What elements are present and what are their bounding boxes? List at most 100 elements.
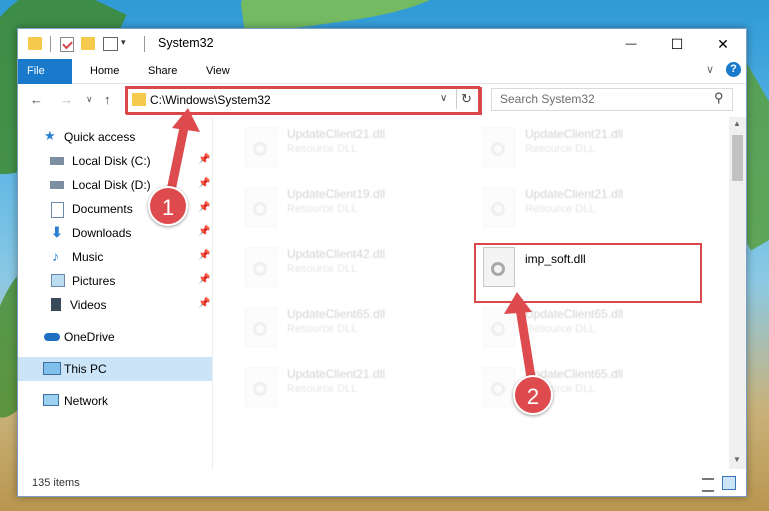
ribbon-tabs: File Home Share View ∨ ? xyxy=(18,59,746,111)
minimize-button[interactable]: — xyxy=(608,29,654,59)
file-type: Resource DLL xyxy=(525,323,596,335)
file-item[interactable]: UpdateClient21.dll Resource DLL xyxy=(237,361,457,413)
close-button[interactable]: ✕ xyxy=(700,29,746,59)
dll-file-icon xyxy=(245,307,277,347)
file-item[interactable]: UpdateClient21.dll Resource DLL xyxy=(475,181,695,233)
sidebar-item-videos[interactable]: Videos 📌 xyxy=(18,293,212,317)
status-bar: 135 items xyxy=(18,471,746,496)
help-icon[interactable]: ? xyxy=(726,62,741,77)
pin-icon[interactable]: 📌 xyxy=(198,298,210,309)
search-icon[interactable]: ⚲ xyxy=(714,90,724,106)
file-item[interactable]: UpdateClient65.dll Resource DLL xyxy=(475,361,695,413)
tab-home[interactable]: Home xyxy=(80,59,129,83)
large-icons-view-icon[interactable] xyxy=(722,476,736,490)
sidebar-item-label: Local Disk (D:) xyxy=(72,178,151,192)
item-count: 135 items xyxy=(32,477,80,489)
pin-icon[interactable]: 📌 xyxy=(198,226,210,237)
title-bar: ▾ System32 — ☐ ✕ xyxy=(18,29,746,59)
videos-icon xyxy=(51,298,61,311)
pin-icon[interactable]: 📌 xyxy=(198,154,210,165)
dll-file-icon xyxy=(245,127,277,167)
sidebar-item-label: Music xyxy=(72,250,104,264)
up-button[interactable]: ↑ xyxy=(104,92,111,107)
sidebar-item-quick-access[interactable]: ★ Quick access xyxy=(18,125,212,149)
star-icon: ★ xyxy=(44,128,56,143)
sidebar-item-label: Network xyxy=(64,394,109,408)
folder-icon xyxy=(28,37,42,50)
recent-locations-icon[interactable]: ∨ xyxy=(86,94,93,105)
file-explorer-window: ▾ System32 — ☐ ✕ File Home Share View ∨ … xyxy=(17,28,747,497)
file-type: Resource DLL xyxy=(287,203,358,215)
drive-icon xyxy=(50,157,64,165)
address-bar-highlight xyxy=(125,86,480,114)
file-type: Resource DLL xyxy=(287,383,358,395)
file-type: Resource DLL xyxy=(525,143,596,155)
file-item[interactable]: UpdateClient19.dll Resource DLL xyxy=(237,181,457,233)
sidebar-item-label: Quick access xyxy=(64,130,136,144)
sidebar-item-label: Videos xyxy=(70,298,107,312)
file-type: Resource DLL xyxy=(287,143,358,155)
tab-view[interactable]: View xyxy=(196,59,240,83)
sidebar-item-onedrive[interactable]: OneDrive xyxy=(18,325,212,349)
download-icon: ⬇ xyxy=(51,224,63,240)
vertical-scrollbar[interactable]: ▲ ▼ xyxy=(729,117,746,469)
scroll-up-icon[interactable]: ▲ xyxy=(733,119,741,128)
file-name: UpdateClient42.dll xyxy=(287,247,386,261)
sidebar-item-label: This PC xyxy=(64,362,107,376)
drive-icon xyxy=(50,181,64,189)
file-name: UpdateClient21.dll xyxy=(525,187,624,201)
back-button[interactable]: ← xyxy=(30,92,43,107)
view-icon[interactable] xyxy=(103,37,118,51)
customize-qat-icon[interactable]: ▾ xyxy=(121,37,126,53)
pin-icon[interactable]: 📌 xyxy=(198,178,210,189)
sidebar-item-local-disk-c[interactable]: Local Disk (C:) 📌 xyxy=(18,149,212,173)
file-type: Resource DLL xyxy=(287,323,358,335)
file-highlight xyxy=(474,243,702,303)
scrollbar-thumb[interactable] xyxy=(732,135,743,181)
search-placeholder: Search System32 xyxy=(500,92,595,106)
navigation-pane: ★ Quick access Local Disk (C:) 📌 Local D… xyxy=(18,117,212,469)
properties-icon[interactable] xyxy=(60,37,74,52)
sidebar-item-label: Downloads xyxy=(72,226,132,240)
file-item[interactable]: UpdateClient65.dll Resource DLL xyxy=(237,301,457,353)
pin-icon[interactable]: 📌 xyxy=(198,202,210,213)
sidebar-item-downloads[interactable]: ⬇ Downloads 📌 xyxy=(18,221,212,245)
maximize-button[interactable]: ☐ xyxy=(654,29,700,59)
file-item[interactable]: UpdateClient42.dll Resource DLL xyxy=(237,241,457,293)
window-title: System32 xyxy=(158,36,214,50)
file-item[interactable]: UpdateClient21.dll Resource DLL xyxy=(237,121,457,173)
dll-file-icon xyxy=(483,187,515,227)
dll-file-icon xyxy=(245,367,277,407)
forward-button[interactable]: → xyxy=(60,92,73,107)
sidebar-item-label: Pictures xyxy=(72,274,116,288)
documents-icon xyxy=(51,202,64,218)
search-input[interactable]: Search System32 ⚲ xyxy=(491,88,733,111)
file-name: UpdateClient65.dll xyxy=(525,307,624,321)
sidebar-item-label: Local Disk (C:) xyxy=(72,154,151,168)
sidebar-item-network[interactable]: Network xyxy=(18,389,212,413)
pin-icon[interactable]: 📌 xyxy=(198,274,210,285)
new-folder-icon[interactable] xyxy=(81,37,95,50)
sidebar-item-label: Documents xyxy=(72,202,133,216)
expand-ribbon-icon[interactable]: ∨ xyxy=(706,63,714,76)
dll-file-icon xyxy=(483,307,515,347)
tab-share[interactable]: Share xyxy=(138,59,187,83)
dll-file-icon xyxy=(483,367,515,407)
sidebar-item-pictures[interactable]: Pictures 📌 xyxy=(18,269,212,293)
dll-file-icon xyxy=(245,247,277,287)
dll-file-icon xyxy=(483,127,515,167)
file-name: UpdateClient21.dll xyxy=(287,367,386,381)
music-icon: ♪ xyxy=(52,248,59,264)
pin-icon[interactable]: 📌 xyxy=(198,250,210,261)
details-view-icon[interactable] xyxy=(702,478,714,492)
file-name: UpdateClient21.dll xyxy=(287,127,386,141)
file-item[interactable]: UpdateClient65.dll Resource DLL xyxy=(475,301,695,353)
file-name: UpdateClient21.dll xyxy=(525,127,624,141)
file-item[interactable]: UpdateClient21.dll Resource DLL xyxy=(475,121,695,173)
sidebar-item-this-pc[interactable]: This PC xyxy=(18,357,212,381)
dll-file-icon xyxy=(245,187,277,227)
computer-icon xyxy=(43,362,61,375)
sidebar-item-music[interactable]: ♪ Music 📌 xyxy=(18,245,212,269)
network-icon xyxy=(43,394,59,406)
scroll-down-icon[interactable]: ▼ xyxy=(733,455,741,464)
